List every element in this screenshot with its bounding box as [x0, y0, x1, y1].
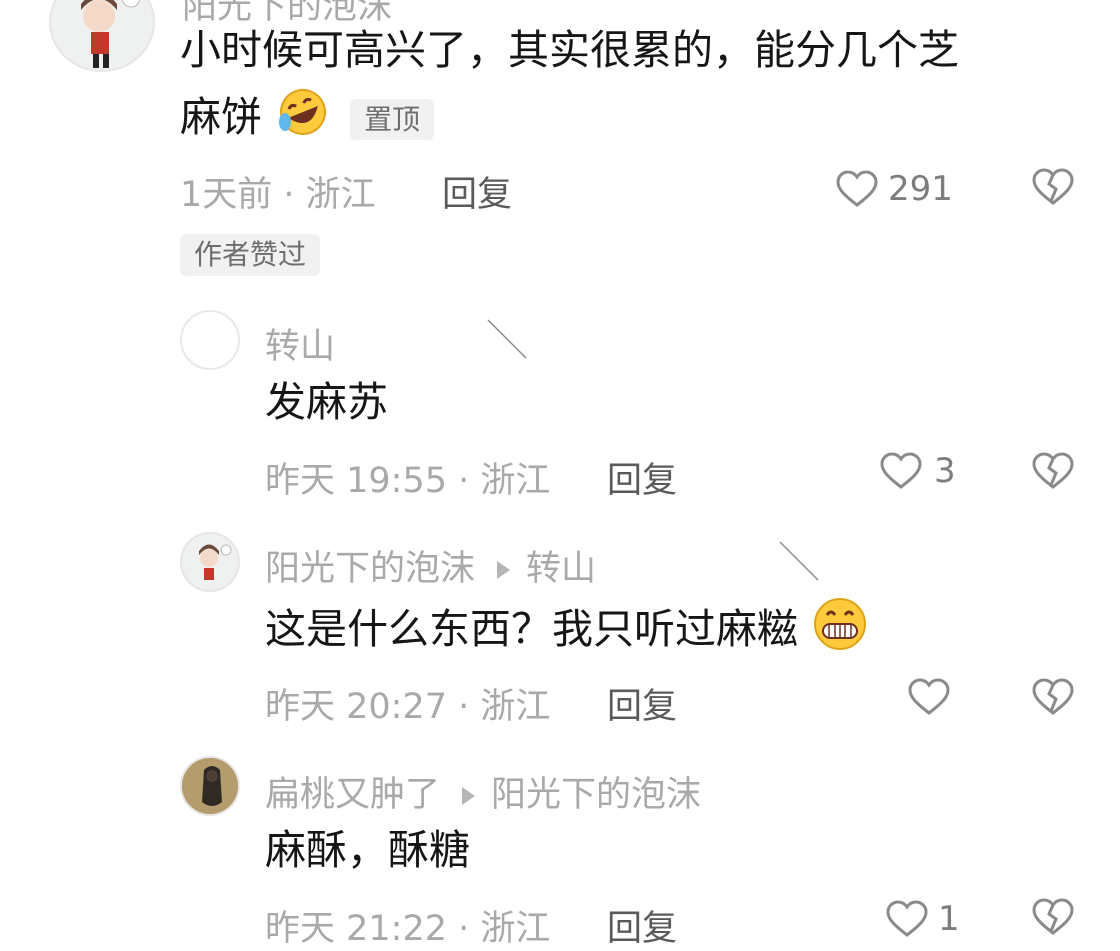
reply-comment-3: 扁桃又肿了 阳光下的泡沫 麻酥，酥糖 昨天 21:22 · 浙江 回复 1 — [0, 748, 1120, 949]
reply-button[interactable]: 回复 — [607, 900, 677, 951]
reply-username[interactable]: 阳光下的泡沫 — [265, 549, 475, 589]
reply-button[interactable]: 回复 — [607, 678, 677, 729]
dislike-button[interactable] — [1032, 452, 1074, 494]
avatar-image — [199, 544, 232, 580]
reply-meta: 昨天 20:27 · 浙江 — [265, 687, 551, 727]
reply-username[interactable]: 扁桃又肿了 — [265, 775, 440, 815]
grinning-emoji — [811, 596, 869, 668]
heart-icon — [886, 900, 928, 937]
rolling-laughing-emoji — [275, 86, 331, 154]
dislike-broken-heart-icon — [1032, 168, 1074, 205]
reply-to-username[interactable]: 转山 — [526, 549, 596, 589]
reply-comment-2: 阳光下的泡沫 转山 这是什么东西？我只听过麻糍 昨天 20:27 · 浙江 回复 — [0, 524, 1120, 734]
like-button[interactable] — [908, 678, 950, 720]
comment-text-line1: 小时候可高兴了，其实很累的，能分几个芝 — [180, 26, 959, 74]
avatar-image — [182, 758, 238, 814]
reply-header: 扁桃又肿了 阳光下的泡沫 — [265, 766, 701, 817]
pinned-badge: 置顶 — [350, 99, 435, 140]
comment-1: 阳光下的泡沫 小时候可高兴了，其实很累的，能分几个芝 麻饼 置顶 1天前 · 浙… — [0, 0, 1120, 280]
author-liked-badge: 作者赞过 — [180, 234, 321, 276]
reply-text-content: 这是什么东西？我只听过麻糍 — [265, 605, 798, 653]
dislike-broken-heart-icon — [1032, 452, 1074, 489]
reply-button[interactable]: 回复 — [442, 166, 512, 217]
reply-button[interactable]: 回复 — [607, 452, 677, 503]
reply-text: 这是什么东西？我只听过麻糍 — [265, 596, 869, 668]
comment-text-line2-text: 麻饼 — [180, 93, 262, 141]
heart-icon — [908, 678, 950, 715]
heart-icon — [836, 170, 878, 207]
reply-username[interactable]: 转山 — [265, 318, 335, 369]
like-button[interactable]: 3 — [880, 450, 956, 492]
reply-text: 发麻苏 — [265, 378, 388, 426]
dislike-broken-heart-icon — [1032, 898, 1074, 935]
reply-arrow-icon — [462, 787, 476, 805]
avatar[interactable] — [180, 532, 240, 592]
reply-meta: 昨天 19:55 · 浙江 — [265, 461, 551, 501]
dislike-button[interactable] — [1032, 898, 1074, 940]
like-button[interactable]: 1 — [886, 898, 960, 940]
reply-header: 阳光下的泡沫 转山 — [265, 540, 596, 591]
avatar[interactable] — [180, 310, 240, 370]
dislike-broken-heart-icon — [1032, 678, 1074, 715]
like-button[interactable]: 291 — [836, 168, 953, 210]
divider-slash — [486, 318, 528, 364]
dislike-button[interactable] — [1032, 168, 1074, 210]
like-count: 291 — [888, 169, 953, 209]
like-count: 3 — [934, 451, 956, 491]
dislike-button[interactable] — [1032, 678, 1074, 720]
heart-icon — [880, 452, 922, 489]
reply-comment-1: 转山 发麻苏 昨天 19:55 · 浙江 回复 3 — [0, 300, 1120, 510]
avatar-image — [81, 0, 141, 68]
comment-text-line2: 麻饼 置顶 — [180, 86, 435, 154]
reply-to-username[interactable]: 阳光下的泡沫 — [491, 775, 701, 815]
reply-arrow-icon — [497, 561, 511, 579]
like-count: 1 — [938, 899, 960, 939]
avatar[interactable] — [49, 0, 155, 72]
reply-meta: 昨天 21:22 · 浙江 — [265, 909, 551, 949]
reply-text: 麻酥，酥糖 — [265, 826, 470, 874]
divider-slash — [778, 540, 820, 586]
avatar[interactable] — [180, 756, 240, 816]
comment-meta: 1天前 · 浙江 — [180, 175, 376, 215]
